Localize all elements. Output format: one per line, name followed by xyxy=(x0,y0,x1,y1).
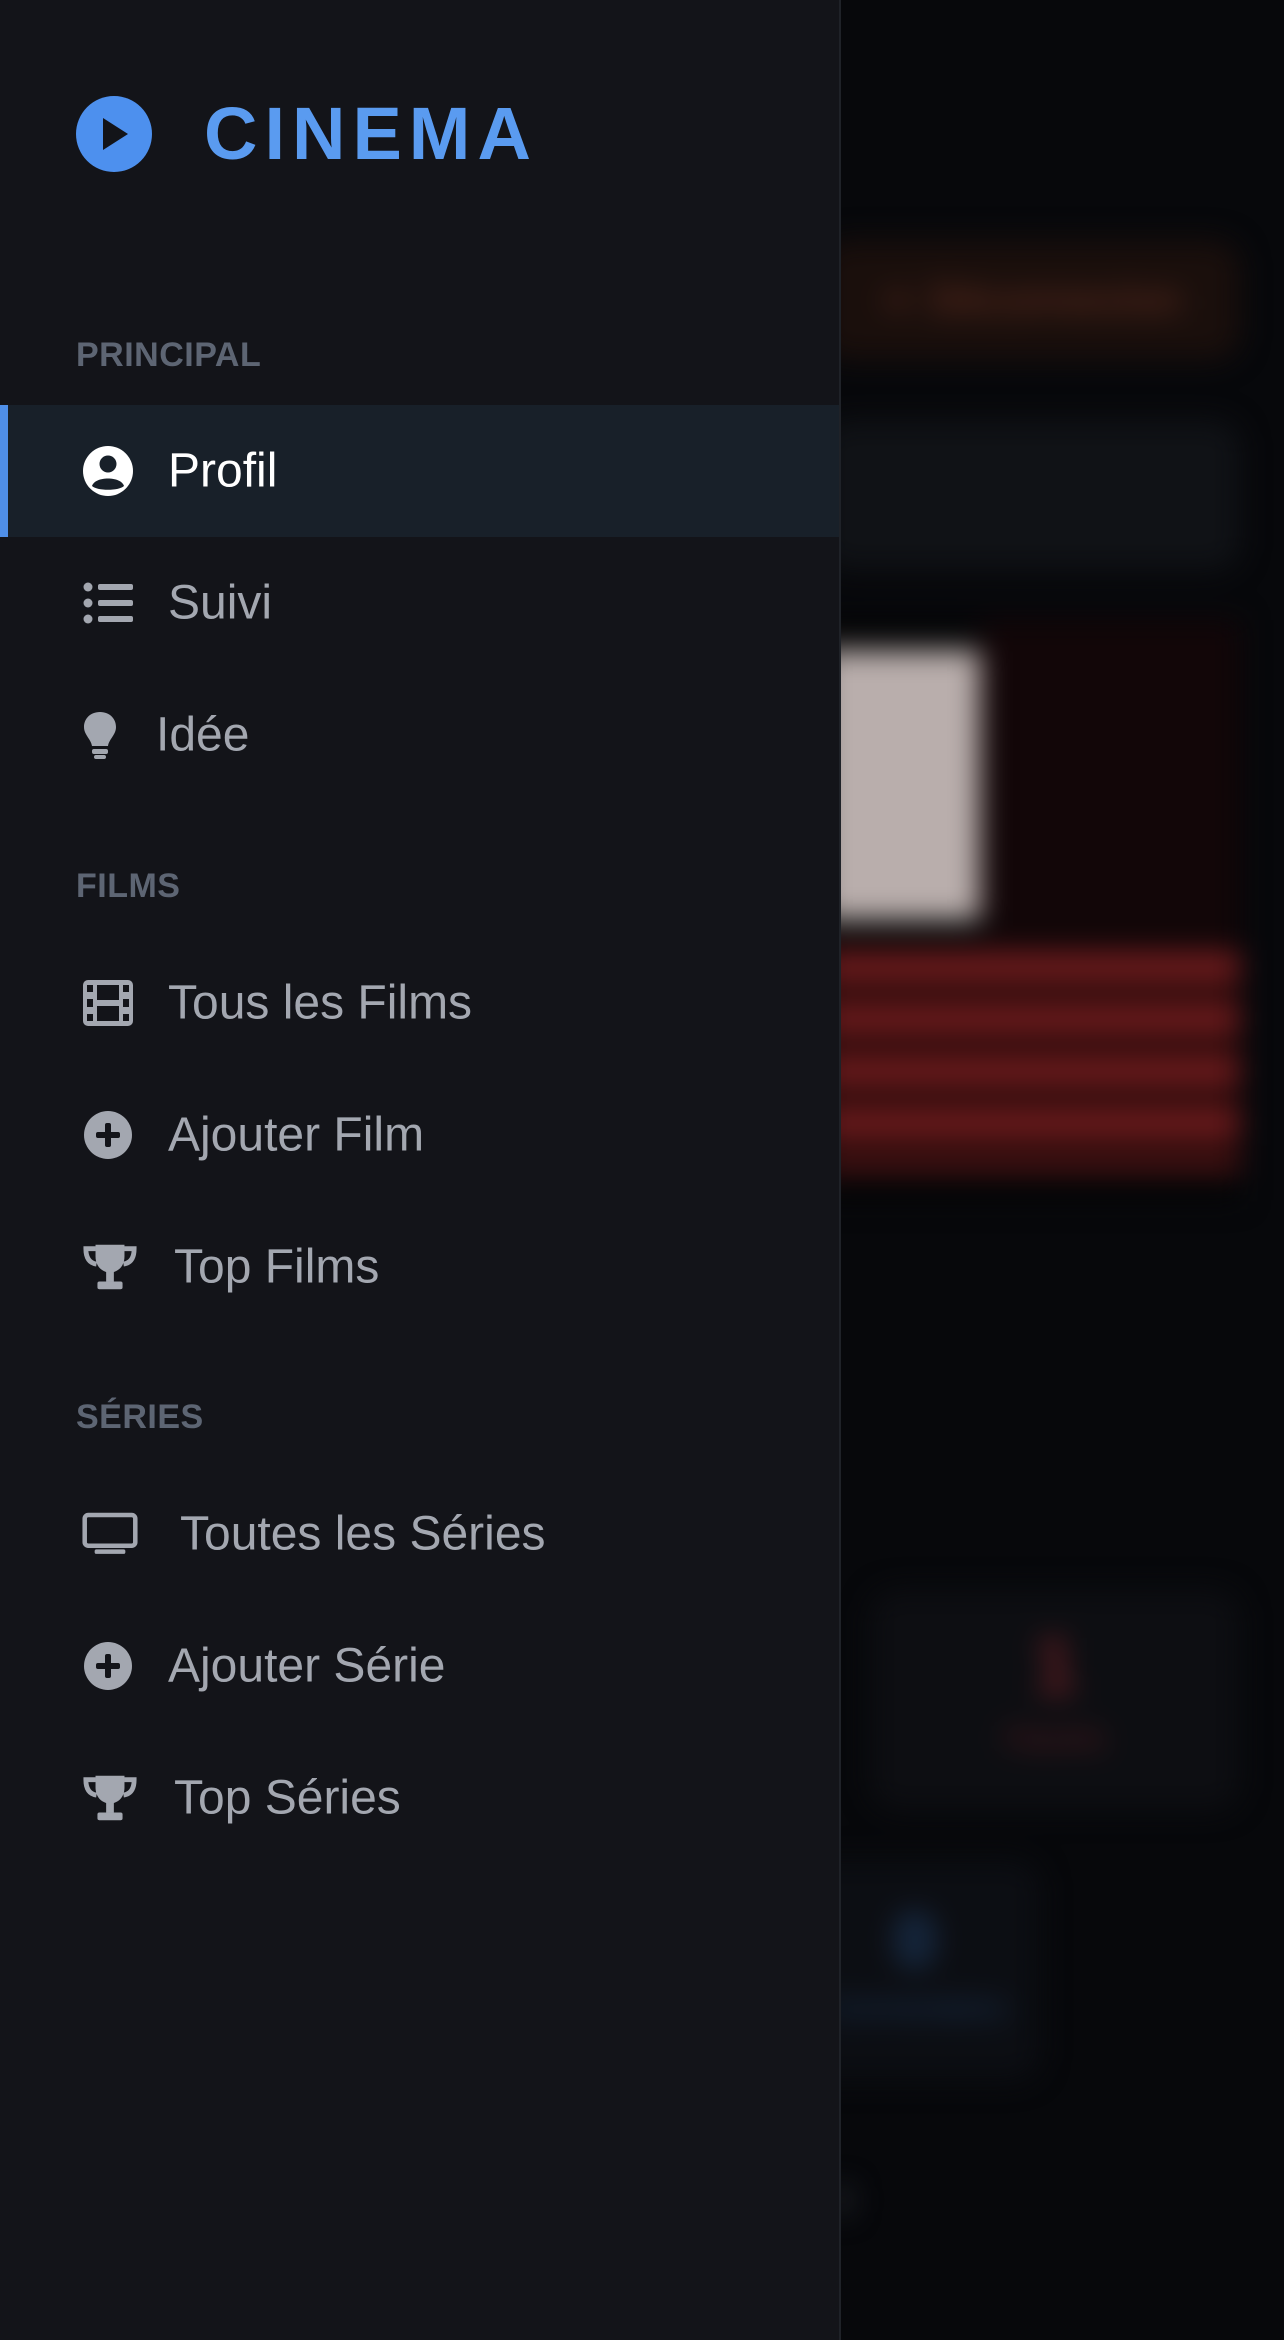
sidebar-item-label: Toutes les Séries xyxy=(180,1507,546,1561)
user-circle-icon xyxy=(80,443,136,499)
brand-title: CINEMA xyxy=(204,92,538,175)
stat-value: 1 xyxy=(1032,1621,1078,1710)
background-card xyxy=(820,420,1240,570)
sidebar-item-tous-les-films[interactable]: Tous les Films xyxy=(0,937,839,1069)
tv-icon xyxy=(82,1506,138,1562)
section-label-series: SÉRIES xyxy=(76,1398,204,1436)
sidebar-item-label: Profil xyxy=(168,444,278,498)
cinema-hall-image xyxy=(820,620,1240,1200)
plus-circle-icon xyxy=(80,1638,136,1694)
sidebar-item-label: Tous les Films xyxy=(168,976,473,1030)
sidebar-item-ajouter-film[interactable]: Ajouter Film xyxy=(0,1069,839,1201)
sidebar-item-label: Top Séries xyxy=(174,1771,401,1825)
film-icon xyxy=(80,975,136,1031)
sidebar-item-profil[interactable]: Profil xyxy=(0,405,839,537)
plus-circle-icon xyxy=(80,1107,136,1163)
section-label-films: FILMS xyxy=(76,867,181,905)
sidebar-item-idee[interactable]: Idée xyxy=(0,669,839,801)
list-icon xyxy=(80,575,136,631)
section-label-principal: PRINCIPAL xyxy=(76,336,262,374)
logout-label: Déconnexion xyxy=(930,277,1182,322)
sidebar-item-label: Ajouter Série xyxy=(168,1639,446,1693)
logout-icon: ➜ xyxy=(878,278,913,322)
sidebar-item-label: Top Films xyxy=(174,1240,380,1294)
play-circle-icon xyxy=(76,96,152,172)
trophy-icon xyxy=(82,1770,138,1826)
sidebar-item-toutes-les-series[interactable]: Toutes les Séries xyxy=(0,1468,839,1600)
sidebar-item-top-films[interactable]: Top Films xyxy=(0,1201,839,1333)
sidebar-item-label: Ajouter Film xyxy=(168,1108,425,1162)
lightbulb-icon xyxy=(72,707,128,763)
sidebar-item-top-series[interactable]: Top Séries xyxy=(0,1732,839,1864)
navigation-drawer: CINEMA PRINCIPAL Profil Suivi Idée FILMS… xyxy=(0,0,841,2340)
app-screen: ➜ Déconnexion 1 Favoris 0 Commentaires C… xyxy=(0,0,1284,2340)
stat-card-favorites: 1 Favoris xyxy=(870,1590,1240,1810)
sidebar-item-suivi[interactable]: Suivi xyxy=(0,537,839,669)
sidebar-item-label: Suivi xyxy=(168,576,273,630)
stat-label: Favoris xyxy=(1005,1722,1105,1755)
brand-logo[interactable]: CINEMA xyxy=(76,96,538,172)
sidebar-item-ajouter-serie[interactable]: Ajouter Série xyxy=(0,1600,839,1732)
sidebar-item-label: Idée xyxy=(156,708,250,762)
trophy-icon xyxy=(82,1239,138,1295)
logout-button: ➜ Déconnexion xyxy=(820,240,1240,360)
